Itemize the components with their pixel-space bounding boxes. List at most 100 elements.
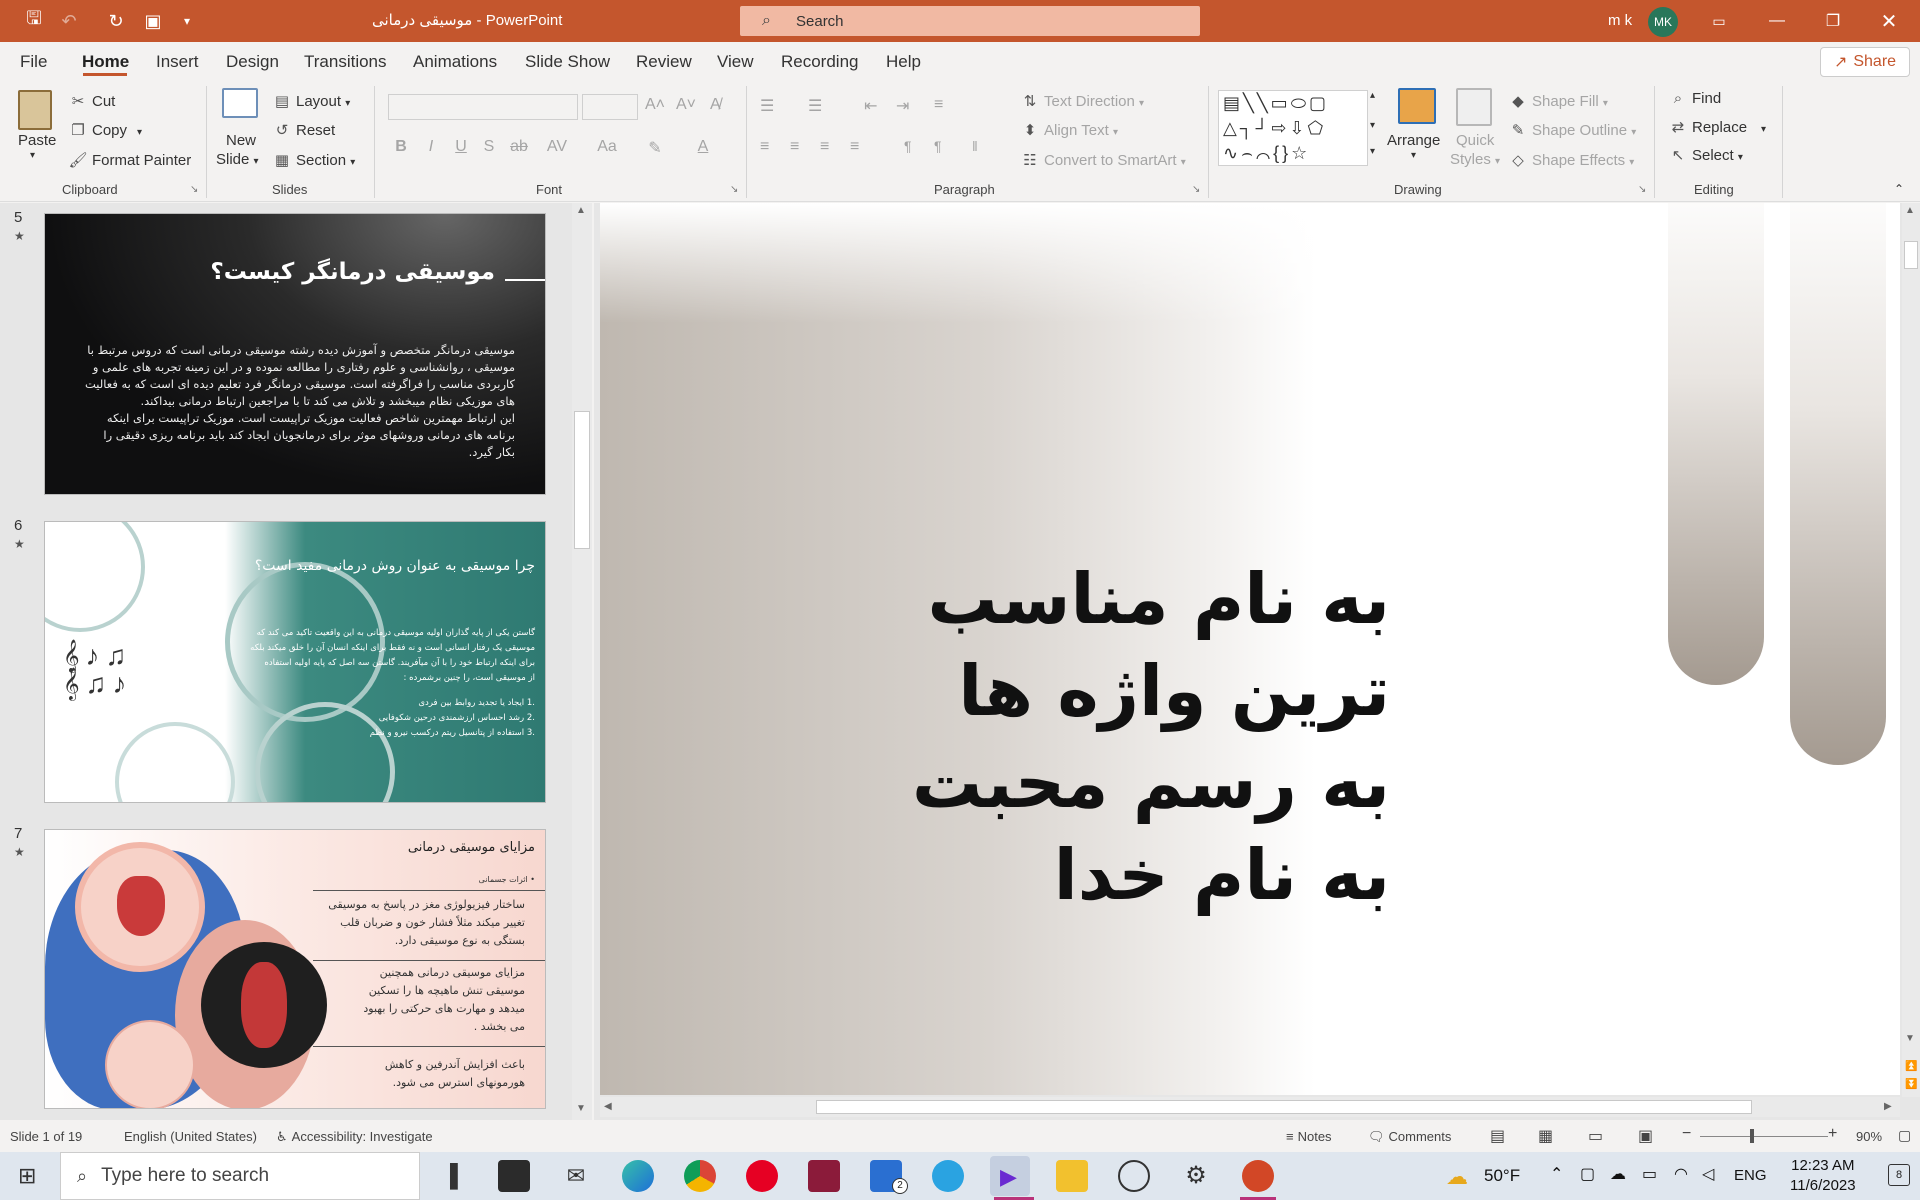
font-name-dropdown[interactable] (388, 94, 578, 120)
restore-button[interactable]: ❐ (1810, 0, 1856, 42)
redo-icon[interactable]: ↻ (104, 9, 128, 33)
clear-formatting-icon[interactable]: A̸ (710, 96, 721, 114)
quick-styles-label[interactable]: Styles ▾ (1450, 151, 1500, 168)
scrollbar-thumb[interactable] (1904, 241, 1918, 269)
align-center-icon[interactable]: ≡ (790, 138, 799, 156)
drawing-launcher-icon[interactable]: ↘ (1638, 184, 1646, 195)
battery-icon[interactable]: ▭ (1642, 1164, 1657, 1184)
task-view-icon[interactable]: ▐ (434, 1160, 466, 1192)
photos-icon[interactable] (1118, 1160, 1150, 1192)
slide-scrollbar[interactable]: ▲ ▼ ⏫ ⏬ (1902, 203, 1920, 1097)
gallery-scroll-down-icon[interactable]: ▾ (1370, 120, 1375, 131)
tab-slide-show[interactable]: Slide Show (525, 52, 610, 72)
cut-button[interactable]: ✂ Cut (68, 92, 116, 110)
font-size-dropdown[interactable] (582, 94, 638, 120)
present-icon[interactable]: ▣ (141, 9, 165, 33)
cloud-icon[interactable]: ☁ (1610, 1164, 1626, 1184)
slideshow-view-icon[interactable]: ▣ (1638, 1126, 1653, 1146)
zoom-slider-handle[interactable] (1750, 1129, 1754, 1143)
normal-view-icon[interactable]: ▤ (1490, 1126, 1505, 1146)
tray-chevron-icon[interactable]: ⌃ (1550, 1164, 1563, 1184)
input-language[interactable]: ENG (1734, 1167, 1767, 1184)
ribbon-display-icon[interactable]: ▭ (1696, 0, 1742, 42)
comments-button[interactable]: 🗨 Comments (1368, 1129, 1451, 1145)
highlight-icon[interactable]: ✎ (644, 138, 666, 158)
decrease-indent-icon[interactable]: ⇤ (864, 96, 877, 116)
layout-button[interactable]: ▤ Layout ▾ (272, 92, 350, 110)
quick-styles-button[interactable]: Quick (1456, 132, 1494, 149)
scroll-up-icon[interactable]: ▲ (1905, 205, 1915, 216)
slide-thumbnail-7[interactable]: مزایای موسیقی درمانی • اثرات جسمانی ساخت… (44, 829, 546, 1109)
new-slide-icon[interactable] (222, 88, 258, 118)
clipboard-launcher-icon[interactable]: ↘ (190, 184, 198, 195)
volume-icon[interactable]: ◁ (1702, 1164, 1714, 1184)
store-icon[interactable] (498, 1160, 530, 1192)
scroll-down-icon[interactable]: ▼ (1905, 1033, 1915, 1044)
horizontal-scrollbar[interactable]: ◀ ▶ (600, 1097, 1900, 1117)
avatar[interactable]: MK (1648, 7, 1678, 37)
collapse-ribbon-icon[interactable]: ⌃ (1894, 182, 1904, 196)
tab-home[interactable]: Home (82, 52, 129, 72)
shadow-icon[interactable]: S (478, 138, 500, 156)
tab-review[interactable]: Review (636, 52, 692, 72)
change-case-icon[interactable]: Aa (590, 138, 624, 156)
rtl-icon[interactable]: ¶ (934, 138, 942, 154)
slide-thumbnail-5[interactable]: موسیقی درمانگر کیست؟ موسیقی درمانگر متخص… (44, 213, 546, 495)
justify-icon[interactable]: ≡ (850, 138, 859, 156)
shape-fill-button[interactable]: ◆ Shape Fill ▾ (1508, 92, 1608, 110)
increase-font-icon[interactable]: A˄ (645, 96, 665, 114)
tab-help[interactable]: Help (886, 52, 921, 72)
character-spacing-icon[interactable]: AV (540, 138, 574, 156)
select-button[interactable]: ↖ Select ▾ (1668, 146, 1743, 164)
next-slide-icon[interactable]: ⏬ (1905, 1079, 1917, 1090)
file-explorer-icon[interactable] (1056, 1160, 1088, 1192)
paragraph-launcher-icon[interactable]: ↘ (1192, 184, 1200, 195)
zoom-level[interactable]: 90% (1856, 1129, 1882, 1144)
gallery-scroll-up-icon[interactable]: ▴ (1370, 90, 1375, 101)
convert-smartart-button[interactable]: ☷ Convert to SmartArt ▾ (1020, 151, 1185, 169)
numbering-icon[interactable]: ☰ (808, 96, 822, 116)
tab-file[interactable]: File (20, 52, 47, 72)
new-slide-label[interactable]: Slide ▾ (216, 151, 259, 168)
strikethrough-icon[interactable]: ab (508, 138, 530, 156)
new-slide-button[interactable]: New (226, 132, 256, 149)
scroll-left-icon[interactable]: ◀ (604, 1101, 612, 1112)
align-text-button[interactable]: ⬍ Align Text ▾ (1020, 121, 1118, 139)
language-indicator[interactable]: English (United States) (124, 1129, 257, 1144)
paste-button[interactable]: Paste (18, 132, 56, 149)
replace-button[interactable]: ⇄ Replace ▾ (1668, 118, 1766, 136)
ltr-icon[interactable]: ¶ (904, 138, 912, 154)
windows-start-icon[interactable]: ⊞ (18, 1164, 42, 1188)
slide-sorter-icon[interactable]: ▦ (1538, 1126, 1553, 1146)
columns-icon[interactable]: ‖ (972, 138, 978, 154)
zoom-out-button[interactable]: − (1682, 1125, 1691, 1143)
shape-effects-button[interactable]: ◇ Shape Effects ▾ (1508, 151, 1634, 169)
customize-toolbar-icon[interactable]: ▾ (175, 9, 199, 33)
clock[interactable]: 12:23 AM 11/6/2023 (1790, 1156, 1856, 1196)
arrange-icon[interactable] (1398, 88, 1436, 124)
align-left-icon[interactable]: ≡ (760, 138, 769, 156)
scroll-up-icon[interactable]: ▲ (576, 205, 586, 216)
chrome-icon[interactable] (684, 1160, 716, 1192)
align-right-icon[interactable]: ≡ (820, 138, 829, 156)
save-icon[interactable]: 🖫 (22, 8, 46, 33)
thumbnails-scrollbar[interactable]: ▲ ▼ (572, 203, 592, 1120)
font-color-icon[interactable]: A (692, 138, 714, 156)
text-direction-button[interactable]: ⇅ Text Direction ▾ (1020, 92, 1144, 110)
arrange-dropdown-icon[interactable]: ▾ (1411, 150, 1416, 161)
shapes-gallery[interactable]: ▤╲╲▭⬭▢ △┐┘⇨⇩⬠ ∿⌢⌒{}☆ (1218, 90, 1368, 166)
slide-thumbnail-6[interactable]: 𝄞♪♫ 𝄞♫♪ چرا موسیقی به عنوان روش درمانی مف… (44, 521, 546, 803)
app-icon[interactable] (808, 1160, 840, 1192)
tab-view[interactable]: View (717, 52, 754, 72)
tab-design[interactable]: Design (226, 52, 279, 72)
scroll-right-icon[interactable]: ▶ (1884, 1101, 1892, 1112)
minimize-button[interactable]: — (1754, 0, 1800, 42)
gallery-more-icon[interactable]: ▾ (1370, 146, 1375, 157)
tab-recording[interactable]: Recording (781, 52, 859, 72)
weather-temp[interactable]: 50°F (1484, 1166, 1520, 1186)
current-slide[interactable]: به نام مناسب ترین واژه ها به رسم محبت به… (600, 203, 1900, 1095)
mail-icon[interactable]: ✉ (560, 1160, 592, 1192)
close-button[interactable]: ✕ (1866, 0, 1912, 42)
scrollbar-thumb[interactable] (574, 411, 590, 549)
line-spacing-icon[interactable]: ≡ (934, 96, 943, 114)
